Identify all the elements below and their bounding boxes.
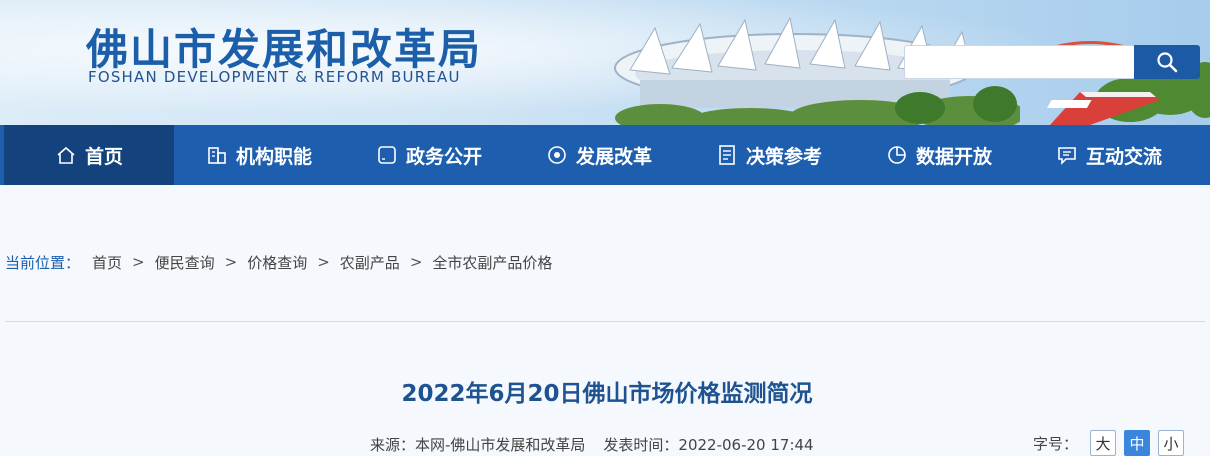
breadcrumb-label: 当前位置： xyxy=(5,253,81,272)
breadcrumb-item-convenience[interactable]: 便民查询 xyxy=(155,252,215,273)
font-size-label: 字号： xyxy=(1033,434,1079,453)
breadcrumb: 当前位置： 首页 > 便民查询 > 价格查询 > 农副产品 > 全市农副产品价格 xyxy=(5,252,552,272)
article-source: 来源：本网-佛山市发展和改革局 xyxy=(370,436,586,454)
target-icon xyxy=(548,146,566,164)
nav-item-government-affairs[interactable]: 政务公开 xyxy=(344,125,514,185)
breadcrumb-item-home[interactable]: 首页 xyxy=(92,252,122,273)
breadcrumb-separator: > xyxy=(224,253,238,271)
header-banner: 佛山市发展和改革局 FOSHAN DEVELOPMENT & REFORM BU… xyxy=(0,0,1210,125)
home-icon xyxy=(57,146,75,164)
nav-item-decision-reference[interactable]: 决策参考 xyxy=(684,125,854,185)
nav-item-label: 发展改革 xyxy=(575,145,652,168)
breadcrumb-item-agri-products[interactable]: 农副产品 xyxy=(340,252,400,273)
font-size-small-button[interactable]: 小 xyxy=(1158,430,1185,456)
nav-item-label: 首页 xyxy=(84,145,123,168)
square-icon xyxy=(378,146,396,164)
breadcrumb-item-city-prices[interactable]: 全市农副产品价格 xyxy=(432,252,552,273)
search-button[interactable] xyxy=(1134,45,1200,79)
pie-chart-icon xyxy=(888,146,906,164)
breadcrumb-separator: > xyxy=(132,253,145,271)
article-meta: 来源：本网-佛山市发展和改革局 发表时间：2022-06-20 17:44 xyxy=(370,434,814,455)
nav-item-label: 互动交流 xyxy=(1085,145,1162,168)
site-logo-subtitle: FOSHAN DEVELOPMENT & REFORM BUREAU xyxy=(88,68,461,86)
nav-item-label: 数据开放 xyxy=(915,145,992,168)
building-icon xyxy=(208,147,226,164)
breadcrumb-item-price-query[interactable]: 价格查询 xyxy=(247,252,307,273)
font-size-control: 字号： 大 中 小 xyxy=(1033,430,1185,456)
nav-item-organization[interactable]: 机构职能 xyxy=(174,125,344,185)
nav-item-open-data[interactable]: 数据开放 xyxy=(854,125,1024,185)
content-divider xyxy=(5,321,1205,322)
nav-item-label: 政务公开 xyxy=(405,145,482,168)
nav-item-label: 机构职能 xyxy=(235,145,312,168)
main-nav: 首页 机构职能 政务公开 发展改革 决策参考 数据开放 互动交流 xyxy=(0,125,1210,185)
nav-item-home[interactable]: 首页 xyxy=(4,125,174,185)
chat-icon xyxy=(1058,147,1076,165)
search-icon xyxy=(1157,52,1178,73)
article-publish-time: 发表时间：2022-06-20 17:44 xyxy=(603,436,814,454)
article-title: 2022年6月20日佛山市场价格监测简况 xyxy=(0,374,1210,408)
font-size-large-button[interactable]: 大 xyxy=(1090,430,1117,456)
nav-item-label: 决策参考 xyxy=(745,145,822,168)
document-icon xyxy=(719,145,735,165)
nav-item-development-reform[interactable]: 发展改革 xyxy=(514,125,684,185)
breadcrumb-separator: > xyxy=(317,253,330,271)
article-title-text: 2022年6月20日佛山市场价格监测简况 xyxy=(401,381,813,407)
nav-item-interaction[interactable]: 互动交流 xyxy=(1024,125,1194,185)
breadcrumb-separator: > xyxy=(409,253,423,271)
search-input[interactable] xyxy=(904,45,1134,79)
font-size-medium-button[interactable]: 中 xyxy=(1124,430,1151,456)
